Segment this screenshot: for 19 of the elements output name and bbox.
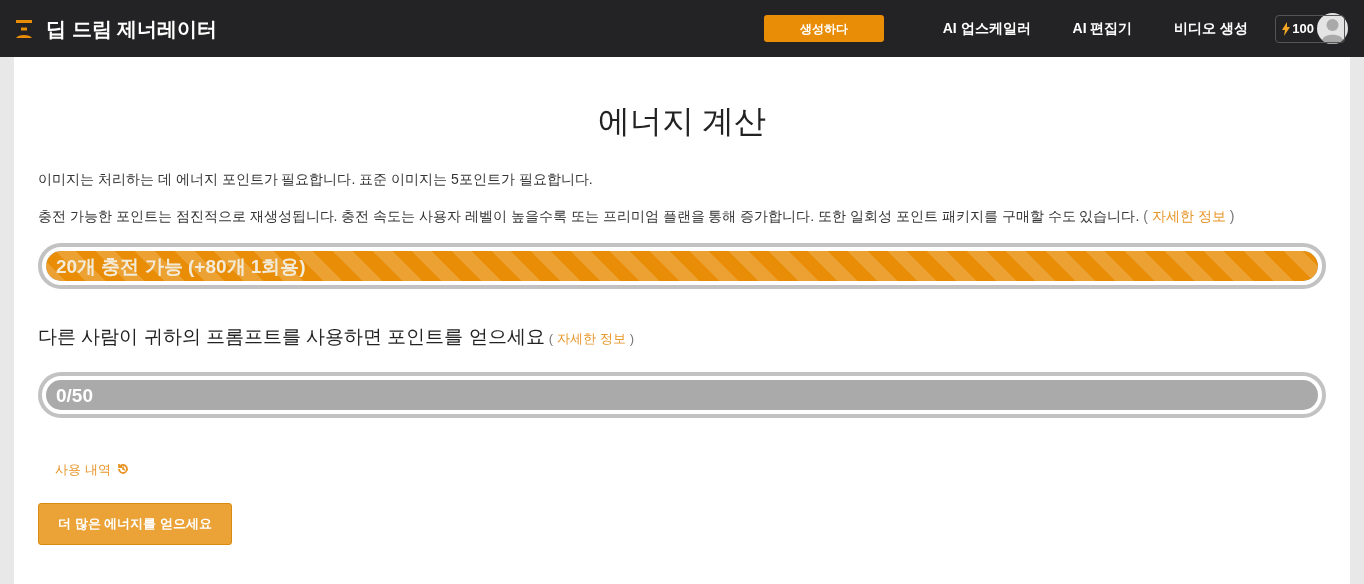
avatar-icon[interactable] bbox=[1317, 13, 1348, 44]
parenthesis: ) bbox=[629, 330, 634, 348]
energy-count: 100 bbox=[1292, 19, 1314, 38]
lightning-icon bbox=[1282, 21, 1291, 36]
info-paragraph: 충전 가능한 포인트는 점진적으로 재생성됩니다. 충전 속도는 사용자 레벨이 높을수록 또는 프리미엄 플랜을 통해 증가합니다. 또한 일회성 포인트 패키지를 구매할 수도 있습니다. ( 자세한 정보 ) bbox=[38, 206, 1326, 227]
parenthesis: ( bbox=[1143, 207, 1148, 226]
logo-icon bbox=[16, 19, 32, 38]
parenthesis: ) bbox=[1229, 207, 1235, 226]
nav-tab[interactable]: 비디오 생성 bbox=[1174, 18, 1249, 39]
info-paragraph: 이미지는 처리하는 데 에너지 포인트가 필요합니다. 표준 이미지는 5포인트가 필요합니다. bbox=[38, 170, 594, 189]
parenthesis: ( bbox=[548, 330, 554, 348]
nav-tab[interactable]: AI 편집기 bbox=[1072, 18, 1133, 39]
progress-label: 0/50 bbox=[56, 383, 93, 408]
history-icon bbox=[116, 463, 129, 476]
nav-tab[interactable]: AI 업스케일러 bbox=[942, 18, 1031, 39]
progress-label: 20개 충전 가능 (+80개 1회용) bbox=[56, 255, 306, 279]
page-title: 에너지 계산 bbox=[596, 102, 768, 141]
app-title[interactable]: 딥 드림 제너레이터 bbox=[46, 13, 218, 44]
referral-heading: 다른 사람이 귀하의 프롬프트를 사용하면 포인트를 얻으세요 bbox=[38, 325, 545, 349]
